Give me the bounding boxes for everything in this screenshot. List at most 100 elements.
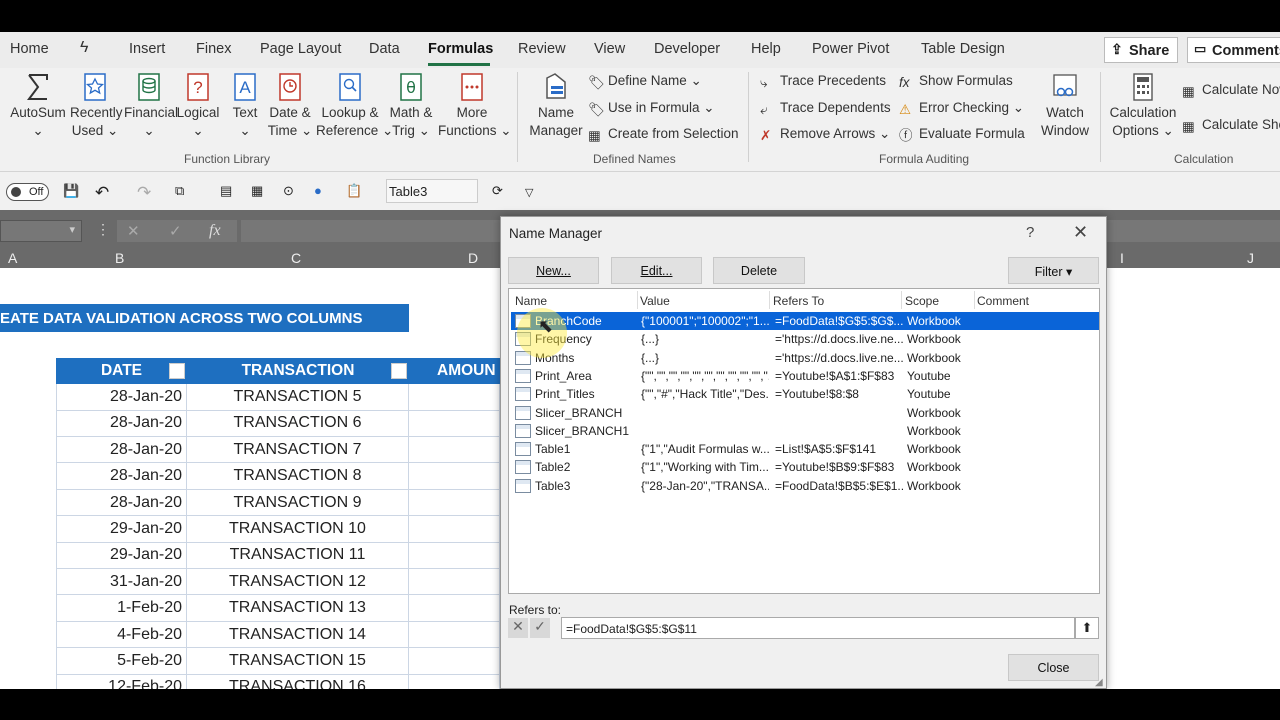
name-row[interactable]: Print_Titles {"","#","Hack Title","Des...… (511, 385, 1099, 403)
calculate-sheet-button[interactable]: ▦Calculate Sheet (1182, 116, 1280, 134)
cell-amount[interactable] (409, 384, 500, 411)
cell-transaction[interactable]: TRANSACTION 12 (187, 568, 409, 596)
error-checking-button[interactable]: ⚠ Error Checking ⌄ (899, 99, 1024, 117)
document-icon[interactable]: ▤ (220, 183, 237, 200)
show-formulas-button[interactable]: fx Show Formulas (899, 72, 1013, 90)
header-amount[interactable]: AMOUN (409, 358, 500, 384)
more-functions-button[interactable]: More Functions ⌄ (438, 72, 512, 140)
recently-used-button[interactable]: Recently Used ⌄ (70, 72, 123, 140)
undo-icon[interactable]: ↶ (95, 183, 112, 202)
watch-window-button[interactable]: Watch Window (1038, 72, 1092, 140)
name-row[interactable]: Slicer_BRANCH1 Workbook (511, 422, 1099, 440)
remove-arrows-button[interactable]: ✗ Remove Arrows ⌄ (760, 125, 890, 143)
use-in-formula-button[interactable]: 🏷 Use in Formula ⌄ (588, 99, 715, 117)
confirm-edit-icon[interactable]: ✓ (530, 618, 550, 638)
trace-dependents-button[interactable]: ⤶ Trace Dependents (760, 99, 891, 117)
cell-transaction[interactable]: TRANSACTION 10 (187, 516, 409, 543)
save-icon[interactable]: 💾 (63, 183, 80, 200)
cell-date[interactable]: 28-Jan-20 (56, 463, 187, 490)
cell-transaction[interactable]: TRANSACTION 8 (187, 463, 409, 490)
evaluate-formula-button[interactable]: ⓕ Evaluate Formula (899, 125, 1025, 143)
name-row[interactable]: Frequency {...} ='https://d.docs.live.ne..… (511, 330, 1099, 348)
financial-button[interactable]: Financial ⌄ (124, 72, 178, 140)
delete-button[interactable]: Delete (713, 257, 805, 284)
cell-amount[interactable] (409, 648, 500, 675)
share-button[interactable]: ⇪ Share (1104, 37, 1178, 63)
cell-date[interactable]: 28-Jan-20 (56, 410, 187, 437)
col-header-b[interactable]: B (115, 250, 124, 266)
cell-date[interactable]: 4-Feb-20 (56, 621, 187, 649)
new-button[interactable]: New... (508, 257, 599, 284)
table-icon[interactable]: ▦ (251, 183, 268, 200)
camera-icon[interactable]: ⊙ (283, 183, 300, 200)
col-refers-to[interactable]: Refers To (773, 294, 824, 308)
enter-icon[interactable]: ✓ (169, 222, 182, 240)
create-from-selection-button[interactable]: ▦ Create from Selection (588, 125, 739, 143)
name-row[interactable]: Table2 {"1","Working with Tim... =Youtube!… (511, 458, 1099, 476)
tab-finex[interactable]: Finex (196, 41, 231, 57)
tab-power-pivot[interactable]: Power Pivot (812, 41, 889, 57)
cell-date[interactable]: 29-Jan-20 (56, 516, 187, 543)
define-name-button[interactable]: 🏷 Define Name ⌄ (588, 72, 702, 90)
cell-transaction[interactable]: TRANSACTION 5 (187, 384, 409, 411)
cell-amount[interactable] (409, 436, 500, 464)
cell-transaction[interactable]: TRANSACTION 16 (187, 674, 409, 689)
trace-precedents-button[interactable]: ⤷ Trace Precedents (760, 72, 886, 90)
name-row[interactable]: Table3 {"28-Jan-20","TRANSA... =FoodData!$… (511, 477, 1099, 495)
filter-button[interactable]: Filter ▾ (1008, 257, 1099, 284)
cell-amount[interactable] (409, 568, 500, 596)
comments-button[interactable]: ▭ Comments (1187, 37, 1280, 63)
cancel-edit-icon[interactable]: ✕ (508, 618, 528, 638)
cell-transaction[interactable]: TRANSACTION 13 (187, 595, 409, 622)
tab-developer[interactable]: Developer (654, 41, 720, 57)
col-comment[interactable]: Comment (977, 294, 1029, 308)
col-header-c[interactable]: C (291, 250, 301, 266)
col-name[interactable]: Name (515, 294, 547, 308)
logical-button[interactable]: ? Logical ⌄ (176, 72, 220, 140)
calculate-now-button[interactable]: ▦Calculate Now (1182, 81, 1280, 99)
tab-data[interactable]: Data (369, 41, 400, 57)
close-button[interactable]: Close (1008, 654, 1099, 681)
cell-date[interactable]: 28-Jan-20 (56, 384, 187, 411)
filter-dropdown-icon[interactable] (169, 363, 185, 379)
insert-function-icon[interactable]: fx (209, 222, 221, 240)
tab-help[interactable]: Help (751, 41, 781, 57)
tab-review[interactable]: Review (518, 41, 566, 57)
cell-transaction[interactable]: TRANSACTION 14 (187, 621, 409, 649)
col-header-d[interactable]: D (468, 250, 478, 266)
name-manager-button[interactable]: Name Manager (528, 72, 584, 140)
cell-date[interactable]: 28-Jan-20 (56, 489, 187, 517)
names-list[interactable]: Name Value Refers To Scope Comment Branc… (508, 288, 1100, 594)
redo-icon[interactable]: ↷ (137, 183, 154, 202)
more-options-icon[interactable]: ⋮ (96, 221, 110, 238)
lightbulb-icon[interactable]: ϟ (80, 39, 88, 57)
refers-to-input[interactable]: =FoodData!$G$5:$G$11 (561, 617, 1075, 639)
tab-home[interactable]: Home (10, 41, 49, 57)
lookup-reference-button[interactable]: Lookup & Reference ⌄ (316, 72, 393, 140)
cell-amount[interactable] (409, 516, 500, 543)
cell-amount[interactable] (409, 463, 500, 490)
filter-dropdown-icon[interactable] (391, 363, 407, 379)
col-header-a[interactable]: A (8, 250, 17, 266)
cell-date[interactable]: 12-Feb-20 (56, 674, 187, 689)
col-header-i[interactable]: I (1120, 250, 1124, 266)
cancel-icon[interactable]: ✕ (127, 222, 140, 240)
cell-transaction[interactable]: TRANSACTION 15 (187, 648, 409, 675)
calculation-options-button[interactable]: Calculation Options ⌄ (1108, 72, 1178, 140)
text-button[interactable]: A Text ⌄ (226, 72, 264, 140)
paste-icon[interactable]: 📋 (346, 183, 363, 200)
customize-qat-icon[interactable]: ▽ (525, 186, 542, 203)
cell-amount[interactable] (409, 595, 500, 622)
tab-view[interactable]: View (594, 41, 625, 57)
autosave-toggle[interactable]: Off (6, 183, 49, 201)
cell-amount[interactable] (409, 410, 500, 437)
cell-date[interactable]: 1-Feb-20 (56, 595, 187, 622)
resize-grip-icon[interactable]: ◢ (1095, 677, 1103, 688)
name-row[interactable]: Months {...} ='https://d.docs.live.ne... Wo… (511, 349, 1099, 367)
cell-amount[interactable] (409, 621, 500, 649)
tab-formulas[interactable]: Formulas (428, 41, 493, 57)
close-icon[interactable]: ✕ (1073, 222, 1088, 243)
name-row[interactable]: Print_Area {"","","","","","","","","",""… (511, 367, 1099, 385)
cell-date[interactable]: 29-Jan-20 (56, 542, 187, 569)
tab-page-layout[interactable]: Page Layout (260, 41, 341, 57)
